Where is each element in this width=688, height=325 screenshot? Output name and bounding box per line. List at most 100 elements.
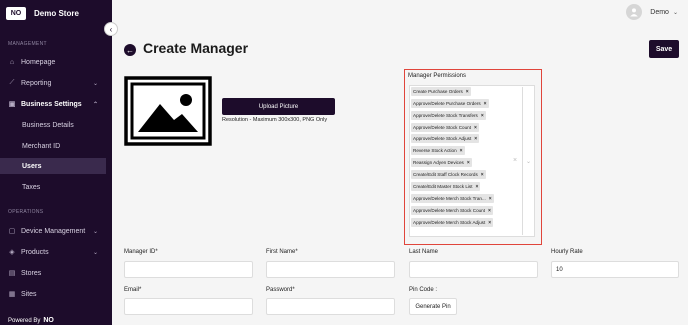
sidebar-item-users[interactable]: Users xyxy=(0,158,106,174)
permission-chip: Create/Edit Staff Clock Records × xyxy=(411,170,486,179)
page-title: Create Manager xyxy=(143,40,249,56)
user-name: Demo xyxy=(650,8,669,16)
sidebar-item-label: Homepage xyxy=(21,58,56,66)
image-icon xyxy=(124,76,212,146)
chevron-left-icon: ‹ xyxy=(109,24,113,34)
remove-icon[interactable]: × xyxy=(489,196,492,202)
remove-icon[interactable]: × xyxy=(466,89,469,95)
sidebar-item-business-settings[interactable]: ▣ Business Settings ⌃ xyxy=(0,96,106,112)
permission-chip: Approve/Delete Merch Stock Count × xyxy=(411,206,493,215)
sidebar-item-homepage[interactable]: ⌂ Homepage xyxy=(0,54,106,70)
resolution-note: Resolution - Maximum 300x300, PNG Only xyxy=(222,117,328,123)
sidebar-item-taxes[interactable]: Taxes xyxy=(0,179,106,195)
remove-icon[interactable]: × xyxy=(488,208,491,214)
products-icon: ◈ xyxy=(9,249,15,256)
remove-icon[interactable]: × xyxy=(467,160,470,166)
remove-icon[interactable]: × xyxy=(481,113,484,119)
chip-label: Create/Edit Staff Clock Records xyxy=(413,172,478,177)
email-field[interactable] xyxy=(124,298,253,315)
device-icon: ▢ xyxy=(8,228,16,235)
pin-code-label: Pin Code : xyxy=(409,287,438,293)
sidebar-item-device-management[interactable]: ▢ Device Management ⌄ xyxy=(0,223,106,239)
section-label-management: MANAGEMENT xyxy=(8,41,47,47)
permission-chip: Reverse Stock Action × xyxy=(411,146,465,155)
chip-label: Approve/Delete Stock Count xyxy=(413,125,471,130)
sidebar-item-label: Reporting xyxy=(21,79,52,87)
sidebar-item-label: Merchant ID xyxy=(22,142,61,150)
email-label: Email* xyxy=(124,287,142,293)
password-field[interactable] xyxy=(266,298,395,315)
chart-icon: ⟋ xyxy=(9,79,15,86)
user-icon xyxy=(630,8,639,17)
permission-chip: Create Purchase Orders × xyxy=(411,87,471,96)
sidebar-item-business-details[interactable]: Business Details xyxy=(0,117,106,133)
collapse-sidebar-button[interactable]: ‹ xyxy=(104,22,118,36)
clear-all-icon[interactable]: × xyxy=(513,157,517,164)
remove-icon[interactable]: × xyxy=(476,184,479,190)
chip-label: Approve/Delete Merch Stock Adjust xyxy=(413,220,486,225)
brand[interactable]: NO Demo Store xyxy=(6,6,79,20)
permission-chip: Approve/Delete Merch Stock Adjust × xyxy=(411,218,494,227)
permission-chip: Reassign Adyen Devices × xyxy=(411,158,472,167)
back-button[interactable]: ← xyxy=(124,44,136,56)
upload-picture-button[interactable]: Upload Picture xyxy=(222,98,335,115)
chevron-down-icon: ⌄ xyxy=(92,80,98,87)
store-name: Demo Store xyxy=(34,8,79,18)
chevron-down-icon[interactable]: ⌄ xyxy=(526,158,531,165)
first-name-label: First Name* xyxy=(266,249,298,255)
manager-id-field[interactable] xyxy=(124,261,253,278)
powered-by: Powered By NO xyxy=(8,317,54,324)
sidebar-item-stores[interactable]: ▤ Stores xyxy=(0,265,106,281)
sidebar-item-label: Taxes xyxy=(22,183,41,191)
remove-icon[interactable]: × xyxy=(484,101,487,107)
first-name-field[interactable] xyxy=(266,261,395,278)
remove-icon[interactable]: × xyxy=(481,172,484,178)
remove-icon[interactable]: × xyxy=(474,136,477,142)
chevron-up-icon: ⌃ xyxy=(92,101,98,108)
chip-label: Approve/Delete Merch Stock Tran... xyxy=(413,196,486,201)
chevron-down-icon: ⌄ xyxy=(672,9,678,16)
chip-label: Reassign Adyen Devices xyxy=(413,160,464,165)
remove-icon[interactable]: × xyxy=(488,220,491,226)
chevron-down-icon: ⌄ xyxy=(92,228,98,235)
permission-chip: Approve/Delete Stock Adjust × xyxy=(411,134,480,143)
powered-by-label: Powered By xyxy=(8,317,41,324)
profile-image-placeholder xyxy=(124,76,212,146)
sidebar-item-label: Device Management xyxy=(21,227,86,235)
sidebar-item-label: Products xyxy=(21,248,49,256)
last-name-label: Last Name xyxy=(409,249,439,255)
chip-label: Create/Edit Master Stock List xyxy=(413,184,473,189)
powered-by-brand: NO xyxy=(43,317,54,324)
section-label-operations: OPERATIONS xyxy=(8,209,44,215)
arrow-left-icon: ← xyxy=(126,45,134,55)
avatar xyxy=(626,4,643,20)
hourly-rate-label: Hourly Rate xyxy=(551,249,583,255)
sidebar-item-label: Users xyxy=(22,162,42,170)
generate-pin-button[interactable]: Generate Pin xyxy=(409,298,457,315)
permission-chip: Approve/Delete Merch Stock Tran... × xyxy=(411,194,494,203)
save-button[interactable]: Save xyxy=(649,40,679,58)
permission-chip: Create/Edit Master Stock List × xyxy=(411,182,481,191)
chip-label: Approve/Delete Stock Adjust xyxy=(413,136,472,141)
hourly-rate-field[interactable]: 10 xyxy=(551,261,679,278)
password-label: Password* xyxy=(266,287,295,293)
sidebar-item-merchant-id[interactable]: Merchant ID xyxy=(0,138,106,154)
remove-icon[interactable]: × xyxy=(460,148,463,154)
permission-chip: Approve/Delete Stock Transfers × xyxy=(411,111,486,120)
chip-label: Approve/Delete Stock Transfers xyxy=(413,113,478,118)
remove-icon[interactable]: × xyxy=(474,125,477,131)
manager-id-label: Manager ID* xyxy=(124,249,158,255)
chip-label: Approve/Delete Purchase Orders xyxy=(413,101,481,106)
sidebar-item-reporting[interactable]: ⟋ Reporting ⌄ xyxy=(0,75,106,91)
chip-label: Approve/Delete Merch Stock Count xyxy=(413,208,486,213)
user-menu[interactable]: Demo ⌄ xyxy=(626,4,678,20)
sidebar-item-sites[interactable]: ▦ Sites xyxy=(0,286,106,302)
sidebar-item-label: Business Details xyxy=(22,121,74,129)
permission-chip: Approve/Delete Stock Count × xyxy=(411,123,479,132)
chevron-down-icon: ⌄ xyxy=(92,249,98,256)
sites-icon: ▦ xyxy=(8,291,16,298)
store-icon: ▤ xyxy=(8,270,16,277)
select-divider xyxy=(522,87,523,235)
sidebar-item-products[interactable]: ◈ Products ⌄ xyxy=(0,244,106,260)
last-name-field[interactable] xyxy=(409,261,538,278)
